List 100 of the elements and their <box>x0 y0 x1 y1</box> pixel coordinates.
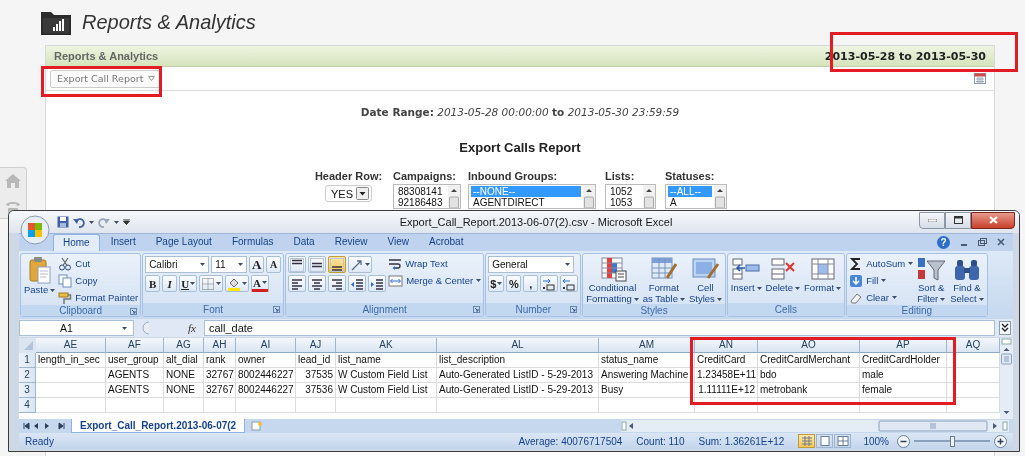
expand-icon[interactable] <box>999 321 1011 335</box>
listbox[interactable]: 88308141 92186483 <box>393 184 461 209</box>
ribbon-tab[interactable]: Review <box>325 234 377 251</box>
ribbon-button[interactable]: Insert <box>729 256 763 293</box>
ribbon-button[interactable]: Delete <box>764 256 802 293</box>
underline-button[interactable]: U <box>179 275 198 292</box>
ribbon-tab[interactable]: View <box>378 234 418 251</box>
tool-button[interactable] <box>225 275 250 292</box>
number-style-button[interactable]: $ <box>488 275 505 292</box>
list-option[interactable]: 88308141 <box>396 186 446 197</box>
slider-thumb[interactable] <box>950 435 955 447</box>
tool-button[interactable] <box>288 275 307 292</box>
name-box[interactable]: A1 <box>19 320 134 336</box>
tool-button[interactable] <box>540 275 559 292</box>
sheet-navigation-icon[interactable] <box>23 421 65 431</box>
dropdown-field[interactable]: 11 <box>211 256 248 273</box>
italic-button[interactable]: I <box>162 275 178 292</box>
ribbon-button[interactable]: Format <box>803 256 843 293</box>
ribbon-tab[interactable]: Insert <box>101 234 145 251</box>
listbox[interactable]: 1052 1053 <box>605 184 656 209</box>
scrollbar[interactable] <box>448 185 460 208</box>
column-header[interactable]: AK <box>336 338 437 353</box>
column-header[interactable]: AG <box>164 338 204 353</box>
column-header[interactable]: AE <box>36 338 106 353</box>
ribbon-button[interactable]: Cell Styles <box>687 256 723 304</box>
tool-button[interactable] <box>560 275 579 292</box>
list-option[interactable]: 1053 <box>608 197 641 208</box>
tool-button[interactable] <box>288 256 307 273</box>
row-header[interactable]: 1 <box>19 353 36 368</box>
row-header[interactable]: 3 <box>19 383 36 398</box>
list-option[interactable]: 1052 <box>608 186 641 197</box>
close-icon[interactable] <box>997 238 1005 246</box>
ribbon-button[interactable]: AutoSum <box>849 256 914 271</box>
vertical-scrollbar[interactable] <box>1000 338 1013 419</box>
row-header[interactable]: 4 <box>19 398 36 413</box>
sheet-tab[interactable]: Export_Call_Report.2013-06-07(2 <box>71 419 246 433</box>
list-option[interactable]: 92186483 <box>396 197 446 208</box>
font-color-button[interactable]: A <box>251 275 270 292</box>
ribbon-tab[interactable]: Page Layout <box>146 234 221 251</box>
ribbon-button[interactable]: Conditional Formatting <box>585 256 640 304</box>
ribbon-button[interactable]: Cut <box>58 256 139 271</box>
ribbon-button[interactable]: Find & Select <box>949 256 985 304</box>
customize-icon[interactable] <box>123 219 130 225</box>
listbox[interactable]: --NONE-- AGENTDIRECT <box>468 184 596 209</box>
ribbon-button[interactable]: Paste <box>23 256 57 295</box>
number-style-button[interactable]: % <box>506 275 522 292</box>
horizontal-scrollbar[interactable] <box>621 420 1009 432</box>
insert-function-button[interactable]: fx <box>188 322 200 334</box>
help-button[interactable]: ? <box>937 235 950 249</box>
column-header[interactable]: AF <box>106 338 164 353</box>
dialog-launcher-icon[interactable] <box>273 306 281 313</box>
column-header[interactable]: AI <box>236 338 296 353</box>
ribbon-tab[interactable]: Formulas <box>222 234 283 251</box>
select-field[interactable]: YES <box>325 185 372 202</box>
tool-button[interactable] <box>328 256 347 273</box>
column-header[interactable]: AM <box>599 338 695 353</box>
ribbon-tab[interactable]: Data <box>284 234 324 251</box>
view-button[interactable] <box>798 434 816 448</box>
view-button[interactable] <box>816 434 834 448</box>
list-option[interactable]: AGENTDIRECT <box>471 197 581 208</box>
ribbon-tab[interactable]: Home <box>53 234 100 251</box>
row-header[interactable]: 2 <box>19 368 36 383</box>
tool-button[interactable] <box>328 275 347 292</box>
column-header[interactable]: AH <box>204 338 236 353</box>
dialog-launcher-icon[interactable] <box>473 306 481 313</box>
tool-button[interactable] <box>308 256 327 273</box>
number-style-button[interactable]: , <box>523 275 539 292</box>
dropdown-field[interactable]: General <box>488 256 575 273</box>
ribbon-button[interactable]: Clear <box>849 290 914 305</box>
close-button[interactable] <box>971 211 1015 229</box>
column-header[interactable]: AL <box>437 338 599 353</box>
ribbon-tab[interactable]: Acrobat <box>420 234 473 251</box>
ribbon-button[interactable]: Format as Table <box>641 256 686 304</box>
formula-field[interactable]: call_date <box>203 320 995 336</box>
undo-icon[interactable] <box>73 216 85 228</box>
save-icon[interactable] <box>57 216 69 228</box>
list-option[interactable]: A <box>668 197 712 208</box>
scrollbar[interactable] <box>583 185 595 208</box>
ribbon-button[interactable]: Fill <box>849 273 914 288</box>
ribbon-button[interactable]: Wrap Text <box>388 256 482 271</box>
zoom-out-button[interactable] <box>897 434 910 448</box>
bold-button[interactable]: B <box>145 275 161 292</box>
shrink-font-button[interactable]: A <box>266 256 282 273</box>
column-header[interactable]: AQ <box>947 338 1000 353</box>
view-button[interactable] <box>834 434 852 448</box>
dialog-launcher-icon[interactable] <box>570 306 578 313</box>
ribbon-button[interactable]: Copy <box>58 273 139 288</box>
ribbon-button[interactable]: Sort & Filter <box>915 256 948 304</box>
maximize-button[interactable] <box>945 211 971 229</box>
ribbon-button[interactable]: Format Painter <box>58 290 139 305</box>
zoom-in-button[interactable] <box>994 434 1007 448</box>
listbox[interactable]: --ALL-- A <box>665 184 727 209</box>
tool-button[interactable] <box>348 275 367 292</box>
ribbon-button[interactable]: Merge & Center <box>388 273 482 288</box>
scrollbar[interactable] <box>714 185 726 208</box>
tool-button[interactable] <box>368 275 387 292</box>
grow-font-button[interactable]: A <box>249 256 265 273</box>
scrollbar[interactable] <box>643 185 655 208</box>
tool-button[interactable] <box>308 275 327 292</box>
dropdown-field[interactable]: Calibri <box>145 256 210 273</box>
